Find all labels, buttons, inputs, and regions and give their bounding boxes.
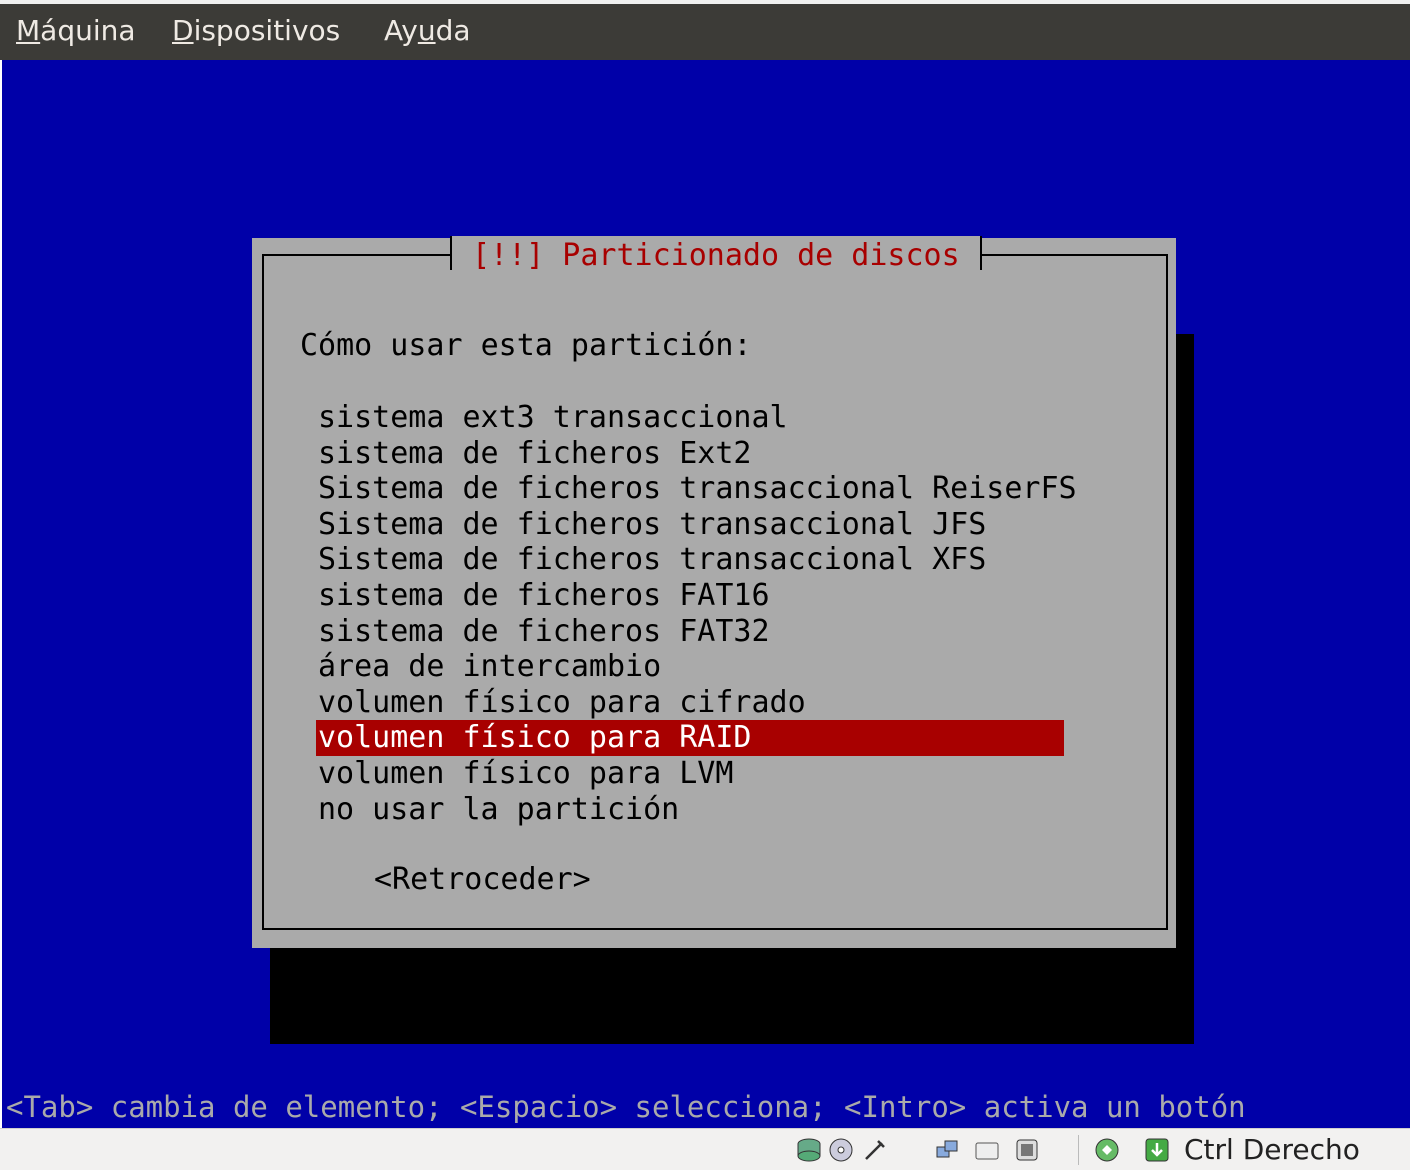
vm-console[interactable]: [!!] Particionado de discos Cómo usar es… bbox=[2, 60, 1410, 1128]
option-list: sistema ext3 transaccional sistema de fic… bbox=[316, 400, 1077, 828]
menu-maquina[interactable]: Máquina bbox=[16, 14, 136, 47]
back-button[interactable]: <Retroceder> bbox=[374, 862, 591, 897]
host-key-icon bbox=[1144, 1137, 1170, 1163]
status-bar: Ctrl Derecho bbox=[0, 1128, 1410, 1170]
option-item[interactable]: sistema de ficheros Ext2 bbox=[316, 436, 1064, 472]
shared-folder-icon[interactable] bbox=[974, 1137, 1000, 1163]
option-item[interactable]: sistema ext3 transaccional bbox=[316, 400, 1064, 436]
optical-drive-icon[interactable] bbox=[828, 1137, 854, 1163]
option-item[interactable]: sistema de ficheros FAT32 bbox=[316, 614, 1064, 650]
hard-disk-icon[interactable] bbox=[796, 1137, 822, 1163]
menu-dispositivos[interactable]: Dispositivos bbox=[172, 14, 340, 47]
dialog-prompt: Cómo usar esta partición: bbox=[300, 328, 752, 363]
option-item[interactable]: volumen físico para LVM bbox=[316, 756, 1064, 792]
video-capture-icon[interactable] bbox=[1014, 1137, 1040, 1163]
mouse-integration-icon[interactable] bbox=[1094, 1137, 1120, 1163]
help-line: <Tab> cambia de elemento; <Espacio> sele… bbox=[6, 1090, 1246, 1124]
host-key-label: Ctrl Derecho bbox=[1184, 1133, 1360, 1166]
dialog-frame: [!!] Particionado de discos Cómo usar es… bbox=[262, 236, 1168, 930]
option-item[interactable]: Sistema de ficheros transaccional Reiser… bbox=[316, 471, 1077, 507]
option-item[interactable]: volumen físico para cifrado bbox=[316, 685, 1064, 721]
option-item[interactable]: volumen físico para RAID bbox=[316, 720, 1064, 756]
menu-ayuda[interactable]: Ayuda bbox=[384, 14, 471, 47]
option-item[interactable]: sistema de ficheros FAT16 bbox=[316, 578, 1064, 614]
partition-dialog: [!!] Particionado de discos Cómo usar es… bbox=[252, 236, 1176, 948]
network-icon[interactable] bbox=[934, 1137, 960, 1163]
status-separator bbox=[1078, 1135, 1079, 1165]
option-item[interactable]: área de intercambio bbox=[316, 649, 1064, 685]
menu-bar: Máquina Dispositivos Ayuda bbox=[0, 0, 1410, 60]
option-item[interactable]: Sistema de ficheros transaccional XFS bbox=[316, 542, 1064, 578]
option-item[interactable]: no usar la partición bbox=[316, 792, 1064, 828]
dialog-title: [!!] Particionado de discos bbox=[450, 236, 982, 273]
option-item[interactable]: Sistema de ficheros transaccional JFS bbox=[316, 507, 1064, 543]
usb-icon[interactable] bbox=[862, 1137, 888, 1163]
